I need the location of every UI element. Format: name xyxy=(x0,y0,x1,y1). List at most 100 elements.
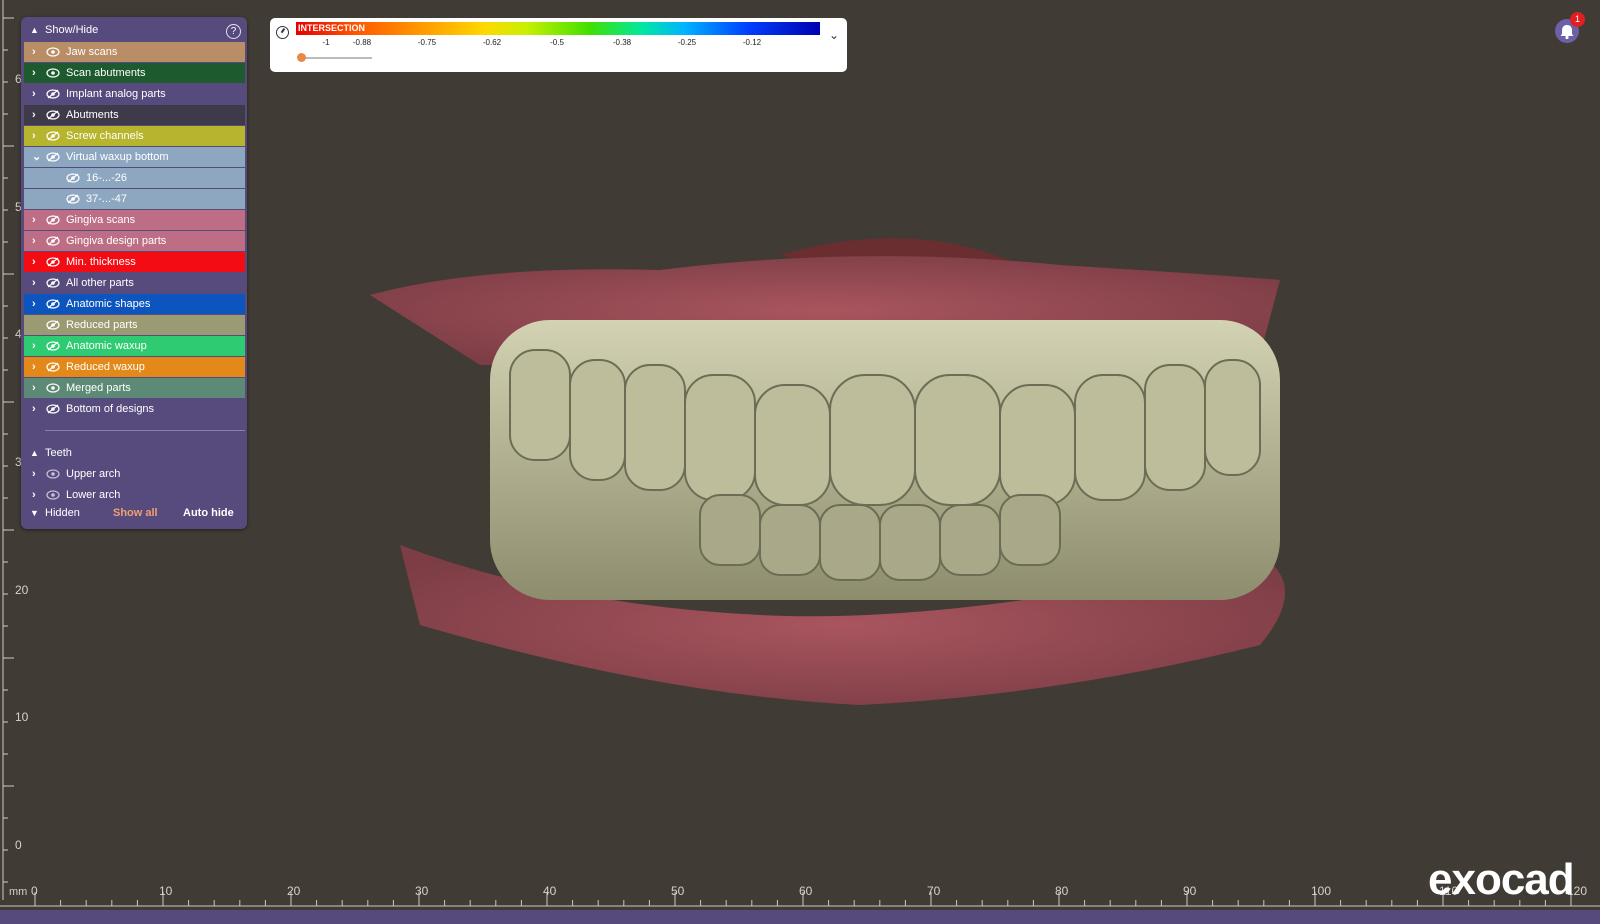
show-hide-panel: ▲ Show/Hide ? › Jaw scans › Scan abutments ›… xyxy=(21,17,247,529)
show-hide-header[interactable]: ▲ Show/Hide ? xyxy=(21,20,247,41)
show-hide-item-label: Reduced parts xyxy=(66,319,138,331)
colorbar-tick-label: -0.5 xyxy=(550,38,564,47)
show-hide-item[interactable]: 37-...-47 xyxy=(24,189,245,209)
gauge-icon[interactable] xyxy=(276,26,289,39)
show-hide-item[interactable]: › Jaw scans xyxy=(24,42,245,62)
bottom-ruler-label: 100 xyxy=(1311,884,1332,898)
expand-icon[interactable]: › xyxy=(32,273,36,293)
eye-off-icon[interactable] xyxy=(46,362,60,372)
show-hide-item[interactable]: Reduced parts xyxy=(24,315,245,335)
teeth-header[interactable]: ▲ Teeth xyxy=(21,443,247,464)
show-hide-item[interactable]: › Merged parts xyxy=(24,378,245,398)
expand-icon[interactable]: › xyxy=(32,84,36,104)
show-hide-item[interactable]: 16-...-26 xyxy=(24,168,245,188)
eye-off-icon[interactable] xyxy=(46,236,60,246)
auto-hide-button[interactable]: Auto hide xyxy=(183,502,234,524)
dental-3d-model[interactable] xyxy=(360,225,1340,720)
eye-off-icon[interactable] xyxy=(46,257,60,267)
expand-icon[interactable]: › xyxy=(32,210,36,230)
expand-icon[interactable]: › xyxy=(32,336,36,356)
expand-icon[interactable]: › xyxy=(32,464,36,484)
colorbar-tick-label: -0.75 xyxy=(417,38,437,47)
eye-off-icon[interactable] xyxy=(46,320,60,330)
left-ruler-label: 10 xyxy=(15,710,29,724)
bottom-ruler-label: 90 xyxy=(1183,884,1197,898)
show-hide-item[interactable]: › Gingiva design parts xyxy=(24,231,245,251)
show-hide-item[interactable]: ⌄ Virtual waxup bottom xyxy=(24,147,245,167)
teeth-item-label: Upper arch xyxy=(66,468,121,480)
chevron-down-icon[interactable]: ⌄ xyxy=(829,28,839,42)
show-hide-item-label: Merged parts xyxy=(66,382,131,394)
exocad-logo: exocad xyxy=(1428,855,1575,904)
bottom-ruler-label: 60 xyxy=(799,884,813,898)
show-hide-item-label: Scan abutments xyxy=(66,67,146,79)
show-hide-item[interactable]: › All other parts xyxy=(24,273,245,293)
eye-off-icon[interactable] xyxy=(46,152,60,162)
show-hide-item[interactable]: › Anatomic waxup xyxy=(24,336,245,356)
collapse-icon[interactable]: ⌄ xyxy=(32,147,41,167)
expand-icon[interactable]: › xyxy=(32,105,36,125)
colorbar-tick-label: -0.25 xyxy=(677,38,697,47)
bottom-ruler-label: 0 xyxy=(31,884,38,898)
show-hide-item[interactable]: › Reduced waxup xyxy=(24,357,245,377)
show-hide-item[interactable]: › Scan abutments xyxy=(24,63,245,83)
show-hide-item[interactable]: › Screw channels xyxy=(24,126,245,146)
eye-icon[interactable] xyxy=(46,47,60,57)
show-hide-item[interactable]: › Gingiva scans xyxy=(24,210,245,230)
eye-off-icon[interactable] xyxy=(46,89,60,99)
show-hide-item-label: 37-...-47 xyxy=(86,193,127,205)
colorbar-tick-label: -0.38 xyxy=(612,38,632,47)
teeth-item-upper-arch[interactable]: › Upper arch xyxy=(24,464,245,484)
show-all-button[interactable]: Show all xyxy=(113,502,158,524)
chevron-up-icon: ▲ xyxy=(30,25,39,35)
eye-icon[interactable] xyxy=(46,383,60,393)
expand-icon[interactable]: › xyxy=(32,252,36,272)
show-hide-item-label: Gingiva design parts xyxy=(66,235,167,247)
show-hide-item-label: Bottom of designs xyxy=(66,403,155,415)
expand-icon[interactable]: › xyxy=(32,357,36,377)
colorbar-tick-label: -0.62 xyxy=(482,38,502,47)
eye-off-icon[interactable] xyxy=(66,194,80,204)
notification-badge: 1 xyxy=(1570,12,1585,27)
chevron-up-icon: ▲ xyxy=(30,448,39,458)
colorbar-title: INTERSECTION xyxy=(298,23,366,33)
eye-off-icon[interactable] xyxy=(46,110,60,120)
eye-off-icon[interactable] xyxy=(66,173,80,183)
slider-track[interactable] xyxy=(300,57,372,59)
show-hide-item[interactable]: › Bottom of designs xyxy=(24,399,245,419)
eye-off-icon[interactable] xyxy=(46,215,60,225)
left-ruler-label: 0 xyxy=(15,838,22,852)
eye-off-icon[interactable] xyxy=(46,404,60,414)
show-hide-item-label: Virtual waxup bottom xyxy=(66,151,169,163)
ruler-unit-label: mm xyxy=(9,886,28,898)
eye-off-icon[interactable] xyxy=(46,299,60,309)
expand-icon[interactable]: › xyxy=(32,63,36,83)
eye-off-icon[interactable] xyxy=(46,341,60,351)
expand-icon[interactable]: › xyxy=(32,42,36,62)
show-hide-item[interactable]: › Anatomic shapes xyxy=(24,294,245,314)
eye-icon[interactable] xyxy=(46,68,60,78)
eye-icon[interactable] xyxy=(46,490,60,500)
teeth-title: Teeth xyxy=(45,447,72,459)
hidden-section: ▼ Hidden Show all Auto hide xyxy=(21,502,247,524)
expand-icon[interactable]: › xyxy=(32,126,36,146)
show-hide-item-label: Screw channels xyxy=(66,130,144,142)
eye-off-icon[interactable] xyxy=(46,278,60,288)
help-icon[interactable]: ? xyxy=(226,24,241,39)
expand-icon[interactable]: › xyxy=(32,378,36,398)
hidden-label[interactable]: Hidden xyxy=(45,502,80,524)
show-hide-item-label: Anatomic shapes xyxy=(66,298,151,310)
status-bar xyxy=(0,910,1600,924)
show-hide-item[interactable]: › Abutments xyxy=(24,105,245,125)
eye-off-icon[interactable] xyxy=(46,131,60,141)
show-hide-item[interactable]: › Implant analog parts xyxy=(24,84,245,104)
slider-handle[interactable] xyxy=(297,53,306,62)
show-hide-item-label: Anatomic waxup xyxy=(66,340,147,352)
eye-icon[interactable] xyxy=(46,469,60,479)
bottom-ruler-label: 20 xyxy=(287,884,301,898)
expand-icon[interactable]: › xyxy=(32,294,36,314)
expand-icon[interactable]: › xyxy=(32,231,36,251)
show-hide-item[interactable]: › Min. thickness xyxy=(24,252,245,272)
chevron-down-icon[interactable]: ▼ xyxy=(30,502,39,524)
expand-icon[interactable]: › xyxy=(32,399,36,419)
